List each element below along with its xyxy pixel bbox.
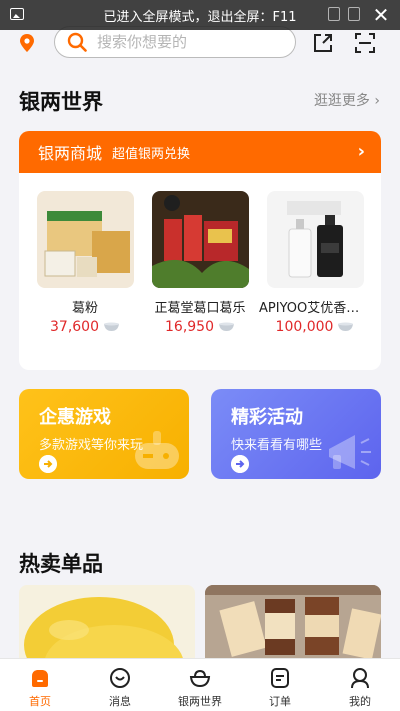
events-card[interactable]: 精彩活动 快来看看有哪些 [211,389,381,479]
silver-bowl-icon [104,322,119,331]
search-bar[interactable] [54,26,296,58]
silver-bowl-icon [189,669,211,688]
games-card-title: 企惠游戏 [39,407,111,428]
tab-messages[interactable]: 消息 [80,659,160,711]
hot-item-card[interactable] [19,585,195,665]
section-title-silver-world: 银两世界 [19,90,103,114]
section-title-hot-items: 热卖单品 [19,552,103,576]
silver-mall-card: 银两商城 超值银两兑换 › 葛粉 37,600 正葛堂葛口葛乐 16,950 A… [19,131,381,370]
tab-profile-label: 我的 [349,695,371,708]
product-image [36,191,134,288]
price-value: 16,950 [165,319,214,335]
message-icon [110,668,130,688]
product-item[interactable]: 正葛堂葛口葛乐 16,950 [144,191,256,335]
product-title: 葛粉 [71,301,98,316]
tab-orders-label: 订单 [269,695,291,708]
share-icon[interactable] [312,32,334,54]
tab-profile[interactable]: 我的 [320,659,400,711]
location-pin-icon[interactable] [20,34,34,52]
product-item[interactable]: 葛粉 37,600 [29,191,141,335]
price-value: 100,000 [275,319,334,335]
product-title: 正葛堂葛口葛乐 [154,301,246,316]
hot-item-image [205,585,381,665]
search-input[interactable] [97,33,267,51]
tab-silver-world-label: 银两世界 [178,695,222,708]
fullscreen-notice-text: 已进入全屏模式，退出全屏：F11 [103,9,297,25]
silver-mall-header[interactable]: 银两商城 超值银两兑换 › [19,131,381,173]
profile-icon [351,668,369,689]
arrow-right-circle-icon [231,455,249,473]
product-price: 100,000 [276,319,355,335]
browse-more-link[interactable]: 逛逛更多 › [314,90,380,110]
bottom-tab-bar: 首页 消息 银两世界 订单 我的 [0,658,400,711]
scan-icon[interactable] [354,32,376,54]
fullscreen-notice: 已进入全屏模式，退出全屏：F11 ✕ [0,0,400,30]
product-price: 37,600 [50,319,120,335]
arrow-right-circle-icon [39,455,57,473]
silver-bowl-icon [338,322,354,331]
price-value: 37,600 [50,319,99,335]
tab-silver-world[interactable]: 银两世界 [160,659,240,711]
tab-home[interactable]: 首页 [0,659,80,711]
silver-bowl-icon [219,322,234,331]
hot-item-card[interactable] [205,585,381,665]
home-icon [32,670,48,687]
megaphone-icon [329,435,371,469]
events-card-title: 精彩活动 [231,407,303,428]
close-icon[interactable]: ✕ [370,4,392,26]
mall-name: 银两商城 [38,144,103,163]
product-price: 16,950 [165,319,235,335]
tab-messages-label: 消息 [109,695,131,708]
games-card[interactable]: 企惠游戏 多款游戏等你来玩 [19,389,189,479]
order-icon [271,668,289,688]
tab-orders[interactable]: 订单 [240,659,320,711]
search-icon [67,32,87,52]
product-image [151,191,249,288]
product-list: 葛粉 37,600 正葛堂葛口葛乐 16,950 APIYOO艾优香体... 1… [19,173,381,335]
product-item[interactable]: APIYOO艾优香体... 100,000 [259,191,371,335]
gamepad-icon [135,431,179,469]
image-icon [10,8,24,20]
mall-subtitle: 超值银两兑换 [112,146,191,162]
tab-home-label: 首页 [29,695,51,708]
product-image [266,191,364,288]
hot-item-image [19,585,195,665]
system-status-icons [328,7,360,21]
product-title: APIYOO艾优香体... [259,301,371,316]
chevron-right-icon: › [357,141,365,162]
